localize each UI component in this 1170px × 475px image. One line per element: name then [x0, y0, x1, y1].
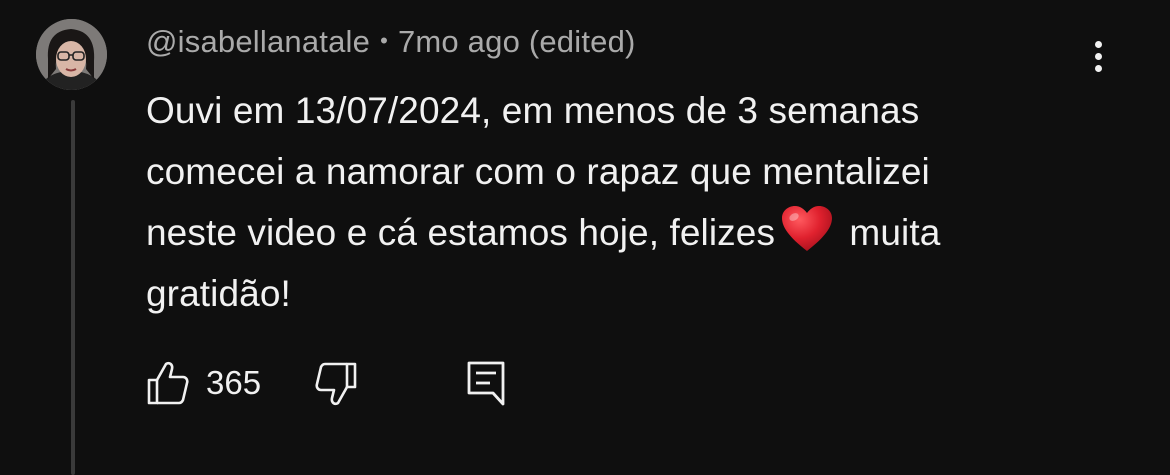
- comment-body: Ouvi em 13/07/2024, em menos de 3 semana…: [146, 80, 1106, 324]
- vertical-ellipsis-icon-dot: [1094, 64, 1102, 72]
- reply-comment-icon: [467, 361, 505, 406]
- reply-button[interactable]: [466, 360, 506, 406]
- thumbs-up-icon: [147, 361, 189, 405]
- red-heart-icon: [782, 206, 833, 251]
- comment-timestamp[interactable]: 7mo ago (edited): [398, 24, 636, 59]
- like-count: 365: [206, 364, 262, 401]
- reply-thread-line: [71, 100, 75, 475]
- author-handle[interactable]: @isabellanatale: [146, 24, 370, 59]
- more-options-button[interactable]: [1080, 34, 1116, 78]
- author-avatar[interactable]: [36, 19, 107, 90]
- vertical-ellipsis-icon-dot: [1094, 40, 1102, 48]
- comment-header: @isabellanatale • 7mo ago (edited): [146, 24, 636, 60]
- thumbs-down-icon: [315, 362, 357, 406]
- like-button[interactable]: [146, 360, 190, 406]
- dislike-button[interactable]: [314, 362, 358, 408]
- vertical-ellipsis-icon-dot: [1094, 52, 1102, 60]
- meta-separator: •: [380, 28, 388, 53]
- avatar-image: [36, 19, 107, 90]
